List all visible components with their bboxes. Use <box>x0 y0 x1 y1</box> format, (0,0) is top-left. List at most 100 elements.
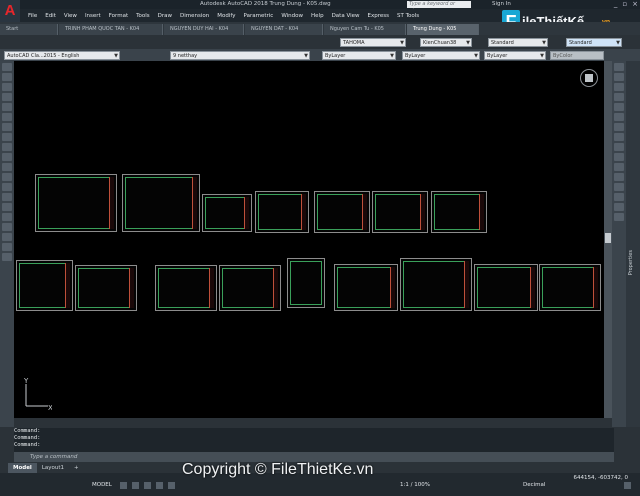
menu-modify[interactable]: Modify <box>217 13 235 19</box>
drawing-sheet[interactable] <box>372 191 428 233</box>
move-icon[interactable] <box>614 113 624 121</box>
drawing-canvas[interactable] <box>14 61 604 418</box>
minimize-button[interactable]: _ <box>614 0 618 8</box>
drawing-sheet[interactable] <box>400 258 472 311</box>
menu-format[interactable]: Format <box>109 13 128 19</box>
menu-edit[interactable]: Edit <box>45 13 56 19</box>
ellipse-icon[interactable] <box>2 153 12 161</box>
tab-document[interactable]: NGUYEN DAT - K04 <box>245 24 323 35</box>
construction-line-icon[interactable] <box>2 73 12 81</box>
tab-start[interactable]: Start <box>0 24 58 35</box>
menu-parametric[interactable]: Parametric <box>244 13 274 19</box>
circle-icon[interactable] <box>2 123 12 131</box>
region-icon[interactable] <box>2 223 12 231</box>
linetype-dropdown[interactable]: ByLayer ▼ <box>402 51 480 60</box>
scrollbar-thumb[interactable] <box>605 233 611 243</box>
tab-layout1[interactable]: Layout1 <box>37 463 69 473</box>
offset-icon[interactable] <box>614 93 624 101</box>
drawing-sheet[interactable] <box>16 260 73 311</box>
application-menu-button[interactable]: A <box>0 0 20 22</box>
extend-icon[interactable] <box>614 163 624 171</box>
point-icon[interactable] <box>2 193 12 201</box>
close-button[interactable]: × <box>632 0 638 8</box>
revcloud-icon[interactable] <box>2 133 12 141</box>
lineweight-dropdown[interactable]: ByLayer ▼ <box>484 51 546 60</box>
menu-dimension[interactable]: Dimension <box>180 13 209 19</box>
rectangle-icon[interactable] <box>2 103 12 111</box>
fillet-icon[interactable] <box>614 203 624 211</box>
hatch-icon[interactable] <box>2 203 12 211</box>
snap-icon[interactable] <box>132 482 139 489</box>
search-input[interactable]: Type a keyword or phrase <box>407 1 471 14</box>
model-space-button[interactable]: MODEL <box>92 482 112 488</box>
grid-icon[interactable] <box>120 482 127 489</box>
drawing-sheet[interactable] <box>474 264 538 311</box>
erase-icon[interactable] <box>614 63 624 71</box>
menu-data-view[interactable]: Data View <box>332 13 360 19</box>
polyline-icon[interactable] <box>2 83 12 91</box>
menu-view[interactable]: View <box>64 13 77 19</box>
tab-document[interactable]: Nguyen Cam Tu - K05 <box>324 24 406 35</box>
drawing-sheet[interactable] <box>202 194 252 232</box>
menu-express[interactable]: Express <box>368 13 389 19</box>
gradient-icon[interactable] <box>2 213 12 221</box>
text-style-dropdown[interactable]: TAHOMA ▼ <box>340 38 406 47</box>
spline-icon[interactable] <box>2 143 12 151</box>
dim-style-dropdown[interactable]: KienChuan38 ▼ <box>420 38 472 47</box>
trim-icon[interactable] <box>614 153 624 161</box>
tab-document-active[interactable]: Trung Dung - K05 <box>407 24 479 35</box>
rotate-icon[interactable] <box>614 123 624 131</box>
menu-tools[interactable]: Tools <box>136 13 150 19</box>
tab-document[interactable]: NGUYEN DUY HAI - K04 <box>164 24 244 35</box>
maximize-button[interactable]: ▫ <box>622 0 627 8</box>
tab-model[interactable]: Model <box>8 462 37 473</box>
line-tool-icon[interactable] <box>2 63 12 71</box>
drawing-sheet[interactable] <box>334 264 398 311</box>
units-selector[interactable]: Decimal <box>523 482 545 488</box>
drawing-sheet[interactable] <box>219 265 281 311</box>
make-block-icon[interactable] <box>2 183 12 191</box>
table-style-dropdown[interactable]: Standard ▼ <box>488 38 548 47</box>
drawing-sheet[interactable] <box>431 191 487 233</box>
table-icon[interactable] <box>2 233 12 241</box>
menu-insert[interactable]: Insert <box>85 13 101 19</box>
add-selected-icon[interactable] <box>2 253 12 261</box>
tab-document[interactable]: TRINH PHAM QUOC TAN - K04 <box>59 24 163 35</box>
workspace-dropdown[interactable]: AutoCAD Cla...2015 - English ▼ <box>4 51 120 60</box>
viewcube-icon[interactable] <box>585 74 593 82</box>
polygon-icon[interactable] <box>2 93 12 101</box>
menu-window[interactable]: Window <box>281 13 303 19</box>
plotstyle-dropdown[interactable]: ByColor <box>550 51 604 60</box>
properties-palette-label[interactable]: Properties <box>628 250 634 275</box>
menu-st-tools[interactable]: ST Tools <box>397 13 419 19</box>
add-layout-button[interactable]: + <box>69 463 84 473</box>
ortho-icon[interactable] <box>144 482 151 489</box>
copy-icon[interactable] <box>614 73 624 81</box>
sign-in-link[interactable]: Sign In <box>492 1 511 7</box>
drawing-sheet[interactable] <box>35 174 117 232</box>
menu-draw[interactable]: Draw <box>158 13 172 19</box>
menu-file[interactable]: File <box>28 13 37 19</box>
insert-block-icon[interactable] <box>2 173 12 181</box>
chamfer-icon[interactable] <box>614 193 624 201</box>
drawing-sheet[interactable] <box>287 258 325 308</box>
color-dropdown[interactable]: ByLayer ▼ <box>322 51 396 60</box>
explode-icon[interactable] <box>614 213 624 221</box>
drawing-sheet[interactable] <box>155 265 217 311</box>
scale-icon[interactable] <box>614 133 624 141</box>
drawing-sheet[interactable] <box>255 191 309 233</box>
mleader-style-dropdown[interactable]: Standard ▼ <box>566 38 622 47</box>
mirror-icon[interactable] <box>614 83 624 91</box>
menu-help[interactable]: Help <box>311 13 324 19</box>
stretch-icon[interactable] <box>614 143 624 151</box>
customize-menu-icon[interactable] <box>624 482 631 489</box>
break-icon[interactable] <box>614 173 624 181</box>
polar-icon[interactable] <box>156 482 163 489</box>
arc-icon[interactable] <box>2 113 12 121</box>
ellipse-arc-icon[interactable] <box>2 163 12 171</box>
join-icon[interactable] <box>614 183 624 191</box>
drawing-sheet[interactable] <box>75 265 137 311</box>
drawing-sheet[interactable] <box>122 174 200 232</box>
annotation-scale[interactable]: 1:1 / 100% <box>400 482 430 488</box>
mtext-icon[interactable] <box>2 243 12 251</box>
